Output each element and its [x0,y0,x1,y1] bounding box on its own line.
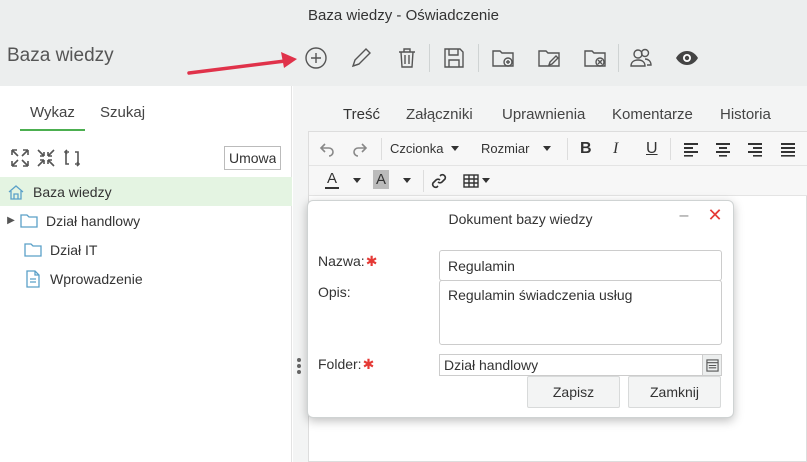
undo-icon[interactable] [319,141,335,157]
bold-button[interactable]: B [580,140,592,158]
folder-value: Dział handlowy [444,357,539,373]
editor-toolbar: Czcionka Rozmiar B I U [309,132,807,166]
toolbar-divider [478,44,479,72]
folder-field[interactable]: Dział handlowy [439,354,722,376]
save-icon[interactable] [438,42,470,74]
table-dropdown-icon[interactable] [482,178,490,183]
tree-item-wprowadzenie[interactable]: Wprowadzenie [0,264,292,293]
tree-item-label: Dział IT [50,241,98,258]
required-asterisk-icon: ✱ [365,253,378,269]
redo-icon[interactable] [352,141,368,157]
folder-picker-icon[interactable] [702,355,721,375]
name-label: Nazwa:✱ [318,253,377,270]
background-color-button[interactable]: A [373,170,390,189]
description-label: Opis: [318,284,351,300]
underline-button[interactable]: U [646,140,658,158]
tab-wykaz[interactable]: Wykaz [20,104,85,131]
tab-zalaczniki[interactable]: Załączniki [406,106,473,131]
tree-item-dzial-it[interactable]: Dział IT [0,235,292,264]
document-icon [24,269,42,288]
table-icon[interactable] [463,173,479,189]
font-size-label: Rozmiar [481,141,530,156]
folder-edit-icon[interactable] [533,42,565,74]
users-icon[interactable] [625,42,657,74]
dialog-title: Dokument bazy wiedzy [448,211,593,227]
dropdown-arrow-icon [451,146,460,151]
tree-item-baza-wiedzy[interactable]: Baza wiedzy [0,177,292,206]
delete-icon[interactable] [391,42,423,74]
eye-icon[interactable] [671,42,703,74]
tree-tools [10,148,82,168]
home-icon [7,183,25,201]
header: Baza wiedzy [0,32,807,86]
expand-all-icon[interactable] [10,148,30,168]
toolbar-divider [381,138,382,160]
panel-splitter[interactable] [296,356,302,378]
tree-item-label: Wprowadzenie [50,270,143,287]
add-icon[interactable] [300,42,332,74]
dropdown-arrow-icon [543,146,552,151]
font-family-dropdown[interactable]: Czcionka [390,141,460,156]
folder-label-text: Folder: [318,356,362,372]
toolbar-divider [429,44,430,72]
folder-label: Folder:✱ [318,356,374,373]
toolbar-divider [423,170,424,192]
tab-komentarze[interactable]: Komentarze [612,106,693,131]
app-title: Baza wiedzy [7,45,114,66]
font-size-dropdown[interactable]: Rozmiar [481,141,552,156]
font-color-dropdown-icon[interactable] [353,178,361,183]
edit-icon[interactable] [345,42,377,74]
folder-icon [24,241,42,259]
align-justify-icon[interactable] [780,141,796,157]
font-family-label: Czcionka [390,141,444,156]
collapse-all-icon[interactable] [36,148,56,168]
refresh-icon[interactable] [62,148,82,168]
toolbar-divider [670,138,671,160]
close-button[interactable]: Zamknij [628,376,721,408]
align-center-icon[interactable] [715,141,731,157]
tab-tresc[interactable]: Treść [333,106,390,133]
close-icon[interactable]: ✕ [706,206,724,224]
minimize-icon[interactable]: – [676,207,692,225]
tree-filter-input[interactable] [224,146,281,170]
folder-icon [20,212,38,230]
background-color-dropdown-icon[interactable] [403,178,411,183]
italic-button[interactable]: I [613,140,618,158]
required-asterisk-icon: ✱ [362,356,375,372]
toolbar-divider [567,138,568,160]
folder-add-icon[interactable] [487,42,519,74]
align-right-icon[interactable] [747,141,763,157]
tree-item-label: Baza wiedzy [33,183,112,200]
toolbar-divider [618,44,619,72]
annotation-arrow [187,52,297,75]
tree-item-label: Dział handlowy [46,212,141,229]
window-title: Baza wiedzy - Oświadczenie [0,0,807,32]
description-field[interactable]: Regulamin świadczenia usług [439,280,722,345]
name-label-text: Nazwa: [318,253,365,269]
left-panel: Wykaz Szukaj Baza wiedzy ▶ Dział handlow… [0,86,292,462]
link-icon[interactable] [431,173,447,189]
expand-caret-icon[interactable]: ▶ [6,215,16,226]
folder-delete-icon[interactable] [579,42,611,74]
name-field[interactable] [439,250,722,281]
tree-item-dzial-handlowy[interactable]: ▶ Dział handlowy [0,206,292,235]
align-left-icon[interactable] [683,141,699,157]
tab-szukaj[interactable]: Szukaj [100,104,145,129]
font-color-button[interactable]: A [325,171,340,189]
save-button[interactable]: Zapisz [527,376,620,408]
document-dialog: Dokument bazy wiedzy – ✕ Nazwa:✱ Opis: R… [307,200,734,418]
editor-toolbar-secondary: A A [309,166,807,196]
tab-uprawnienia[interactable]: Uprawnienia [502,106,585,131]
tab-historia[interactable]: Historia [720,106,771,131]
